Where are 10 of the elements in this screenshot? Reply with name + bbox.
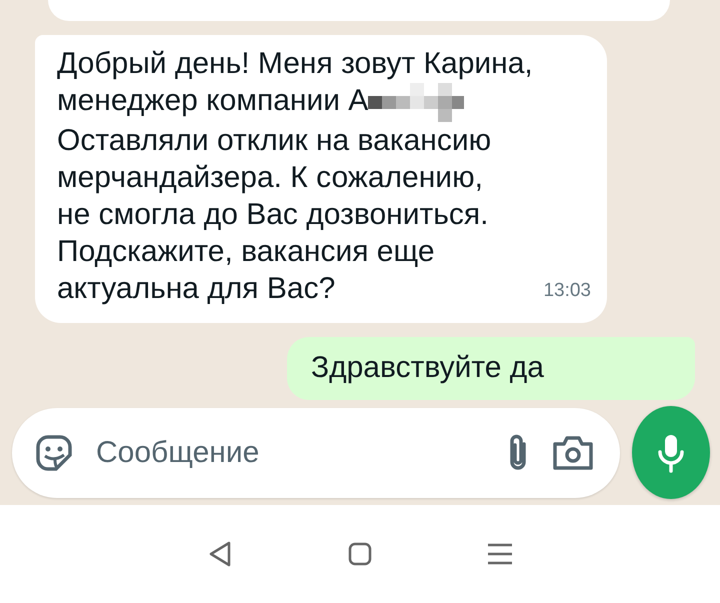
voice-message-button[interactable] [632,406,710,499]
message-text: Оставляли отклик на вакансию мерчандайзера. К сожалению, не смогла до Вас дозвониться. Подскажите, вакансия еще актуальна для Вас? [57,123,492,307]
sticker-icon[interactable] [34,432,74,472]
message-text: Добрый день! Меня зовут Карина, менеджер компании А [57,47,533,117]
message-text: Здравствуйте да [311,350,545,386]
message-field[interactable]: Сообщение [94,434,484,470]
message-input-bar[interactable]: Сообщение [12,408,620,498]
message-time: 13:03 [543,279,591,303]
microphone-icon [657,432,685,472]
camera-icon[interactable] [552,434,594,470]
